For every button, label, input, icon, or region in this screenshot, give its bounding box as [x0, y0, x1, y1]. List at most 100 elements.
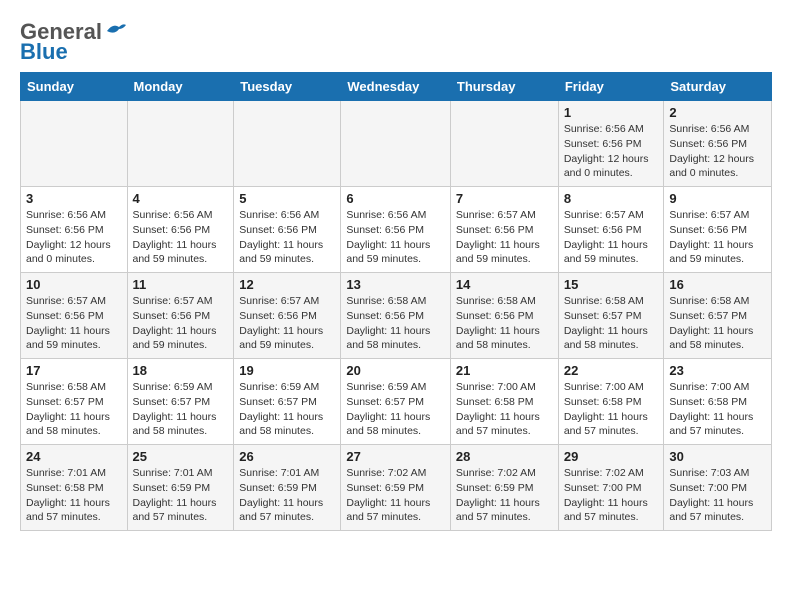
day-info: Sunrise: 7:03 AMSunset: 7:00 PMDaylight:…	[669, 466, 766, 525]
calendar-cell: 9 Sunrise: 6:57 AMSunset: 6:56 PMDaylight…	[664, 187, 772, 273]
calendar-cell: 17 Sunrise: 6:58 AMSunset: 6:57 PMDayligh…	[21, 359, 128, 445]
day-number: 24	[26, 449, 122, 464]
day-info: Sunrise: 6:57 AMSunset: 6:56 PMDaylight:…	[26, 294, 122, 353]
day-info: Sunrise: 6:58 AMSunset: 6:57 PMDaylight:…	[26, 380, 122, 439]
day-info: Sunrise: 6:56 AMSunset: 6:56 PMDaylight:…	[564, 122, 659, 181]
logo-bird-icon	[105, 21, 127, 39]
calendar-cell: 2 Sunrise: 6:56 AMSunset: 6:56 PMDaylight…	[664, 101, 772, 187]
day-info: Sunrise: 6:59 AMSunset: 6:57 PMDaylight:…	[239, 380, 335, 439]
day-number: 17	[26, 363, 122, 378]
calendar-week-row: 24 Sunrise: 7:01 AMSunset: 6:58 PMDayligh…	[21, 445, 772, 531]
day-number: 12	[239, 277, 335, 292]
logo-blue: Blue	[20, 40, 68, 64]
calendar-body: 1 Sunrise: 6:56 AMSunset: 6:56 PMDaylight…	[21, 101, 772, 531]
day-info: Sunrise: 6:57 AMSunset: 6:56 PMDaylight:…	[564, 208, 659, 267]
calendar-cell: 4 Sunrise: 6:56 AMSunset: 6:56 PMDaylight…	[127, 187, 234, 273]
day-info: Sunrise: 6:56 AMSunset: 6:56 PMDaylight:…	[133, 208, 229, 267]
day-info: Sunrise: 7:01 AMSunset: 6:59 PMDaylight:…	[133, 466, 229, 525]
calendar-cell: 13Sunrise: 6:58 AMSunset: 6:56 PMDayligh…	[341, 273, 451, 359]
day-number: 2	[669, 105, 766, 120]
calendar-cell: 20 Sunrise: 6:59 AMSunset: 6:57 PMDayligh…	[341, 359, 451, 445]
day-number: 6	[346, 191, 445, 206]
calendar-cell: 27Sunrise: 7:02 AMSunset: 6:59 PMDayligh…	[341, 445, 451, 531]
weekday-header: Wednesday	[341, 73, 451, 101]
calendar-cell: 16 Sunrise: 6:58 AMSunset: 6:57 PMDayligh…	[664, 273, 772, 359]
calendar-cell: 11 Sunrise: 6:57 AMSunset: 6:56 PMDayligh…	[127, 273, 234, 359]
calendar-cell: 6 Sunrise: 6:56 AMSunset: 6:56 PMDaylight…	[341, 187, 451, 273]
day-info: Sunrise: 6:58 AMSunset: 6:56 PMDaylight:…	[456, 294, 553, 353]
day-info: Sunrise: 6:59 AMSunset: 6:57 PMDaylight:…	[133, 380, 229, 439]
calendar-cell	[450, 101, 558, 187]
calendar-cell: 28 Sunrise: 7:02 AMSunset: 6:59 PMDayligh…	[450, 445, 558, 531]
calendar-cell	[127, 101, 234, 187]
logo: General Blue	[20, 20, 127, 64]
calendar-header: SundayMondayTuesdayWednesdayThursdayFrid…	[21, 73, 772, 101]
day-number: 22	[564, 363, 659, 378]
calendar-cell	[234, 101, 341, 187]
day-info: Sunrise: 6:57 AMSunset: 6:56 PMDaylight:…	[669, 208, 766, 267]
weekday-header: Monday	[127, 73, 234, 101]
calendar-cell: 14Sunrise: 6:58 AMSunset: 6:56 PMDayligh…	[450, 273, 558, 359]
calendar-table: SundayMondayTuesdayWednesdayThursdayFrid…	[20, 72, 772, 531]
day-number: 15	[564, 277, 659, 292]
day-info: Sunrise: 6:56 AMSunset: 6:56 PMDaylight:…	[669, 122, 766, 181]
calendar-week-row: 17 Sunrise: 6:58 AMSunset: 6:57 PMDayligh…	[21, 359, 772, 445]
day-number: 16	[669, 277, 766, 292]
calendar-cell: 5 Sunrise: 6:56 AMSunset: 6:56 PMDaylight…	[234, 187, 341, 273]
day-number: 7	[456, 191, 553, 206]
day-number: 10	[26, 277, 122, 292]
calendar-cell: 23 Sunrise: 7:00 AMSunset: 6:58 PMDayligh…	[664, 359, 772, 445]
day-info: Sunrise: 7:00 AMSunset: 6:58 PMDaylight:…	[456, 380, 553, 439]
day-info: Sunrise: 7:00 AMSunset: 6:58 PMDaylight:…	[564, 380, 659, 439]
day-number: 3	[26, 191, 122, 206]
day-info: Sunrise: 6:56 AMSunset: 6:56 PMDaylight:…	[346, 208, 445, 267]
day-number: 20	[346, 363, 445, 378]
calendar-cell: 7 Sunrise: 6:57 AMSunset: 6:56 PMDaylight…	[450, 187, 558, 273]
calendar-week-row: 1 Sunrise: 6:56 AMSunset: 6:56 PMDaylight…	[21, 101, 772, 187]
day-info: Sunrise: 7:01 AMSunset: 6:59 PMDaylight:…	[239, 466, 335, 525]
calendar-cell: 8Sunrise: 6:57 AMSunset: 6:56 PMDaylight…	[558, 187, 664, 273]
weekday-header: Thursday	[450, 73, 558, 101]
day-info: Sunrise: 6:58 AMSunset: 6:57 PMDaylight:…	[564, 294, 659, 353]
calendar-cell: 18 Sunrise: 6:59 AMSunset: 6:57 PMDayligh…	[127, 359, 234, 445]
calendar-week-row: 3 Sunrise: 6:56 AMSunset: 6:56 PMDaylight…	[21, 187, 772, 273]
day-number: 1	[564, 105, 659, 120]
calendar-cell: 15 Sunrise: 6:58 AMSunset: 6:57 PMDayligh…	[558, 273, 664, 359]
day-info: Sunrise: 6:57 AMSunset: 6:56 PMDaylight:…	[456, 208, 553, 267]
day-number: 11	[133, 277, 229, 292]
day-info: Sunrise: 6:57 AMSunset: 6:56 PMDaylight:…	[239, 294, 335, 353]
day-number: 18	[133, 363, 229, 378]
calendar-week-row: 10 Sunrise: 6:57 AMSunset: 6:56 PMDayligh…	[21, 273, 772, 359]
day-info: Sunrise: 7:02 AMSunset: 6:59 PMDaylight:…	[346, 466, 445, 525]
day-number: 19	[239, 363, 335, 378]
calendar-cell: 21Sunrise: 7:00 AMSunset: 6:58 PMDayligh…	[450, 359, 558, 445]
day-info: Sunrise: 6:56 AMSunset: 6:56 PMDaylight:…	[239, 208, 335, 267]
day-number: 4	[133, 191, 229, 206]
calendar-cell: 3Sunrise: 6:56 AMSunset: 6:56 PMDaylight…	[21, 187, 128, 273]
day-info: Sunrise: 6:58 AMSunset: 6:57 PMDaylight:…	[669, 294, 766, 353]
calendar-cell: 25 Sunrise: 7:01 AMSunset: 6:59 PMDayligh…	[127, 445, 234, 531]
calendar-cell: 1 Sunrise: 6:56 AMSunset: 6:56 PMDaylight…	[558, 101, 664, 187]
day-info: Sunrise: 6:57 AMSunset: 6:56 PMDaylight:…	[133, 294, 229, 353]
day-number: 30	[669, 449, 766, 464]
calendar-cell	[21, 101, 128, 187]
calendar-cell: 24 Sunrise: 7:01 AMSunset: 6:58 PMDayligh…	[21, 445, 128, 531]
calendar-cell: 12 Sunrise: 6:57 AMSunset: 6:56 PMDayligh…	[234, 273, 341, 359]
day-number: 23	[669, 363, 766, 378]
day-number: 29	[564, 449, 659, 464]
day-info: Sunrise: 7:00 AMSunset: 6:58 PMDaylight:…	[669, 380, 766, 439]
day-number: 13	[346, 277, 445, 292]
calendar-cell: 30 Sunrise: 7:03 AMSunset: 7:00 PMDayligh…	[664, 445, 772, 531]
header: General Blue	[20, 16, 772, 64]
day-info: Sunrise: 7:02 AMSunset: 6:59 PMDaylight:…	[456, 466, 553, 525]
calendar-cell: 19 Sunrise: 6:59 AMSunset: 6:57 PMDayligh…	[234, 359, 341, 445]
day-number: 28	[456, 449, 553, 464]
day-info: Sunrise: 6:59 AMSunset: 6:57 PMDaylight:…	[346, 380, 445, 439]
day-number: 9	[669, 191, 766, 206]
day-info: Sunrise: 7:01 AMSunset: 6:58 PMDaylight:…	[26, 466, 122, 525]
day-number: 25	[133, 449, 229, 464]
day-info: Sunrise: 7:02 AMSunset: 7:00 PMDaylight:…	[564, 466, 659, 525]
calendar-cell: 22 Sunrise: 7:00 AMSunset: 6:58 PMDayligh…	[558, 359, 664, 445]
day-number: 5	[239, 191, 335, 206]
calendar-cell: 10 Sunrise: 6:57 AMSunset: 6:56 PMDayligh…	[21, 273, 128, 359]
